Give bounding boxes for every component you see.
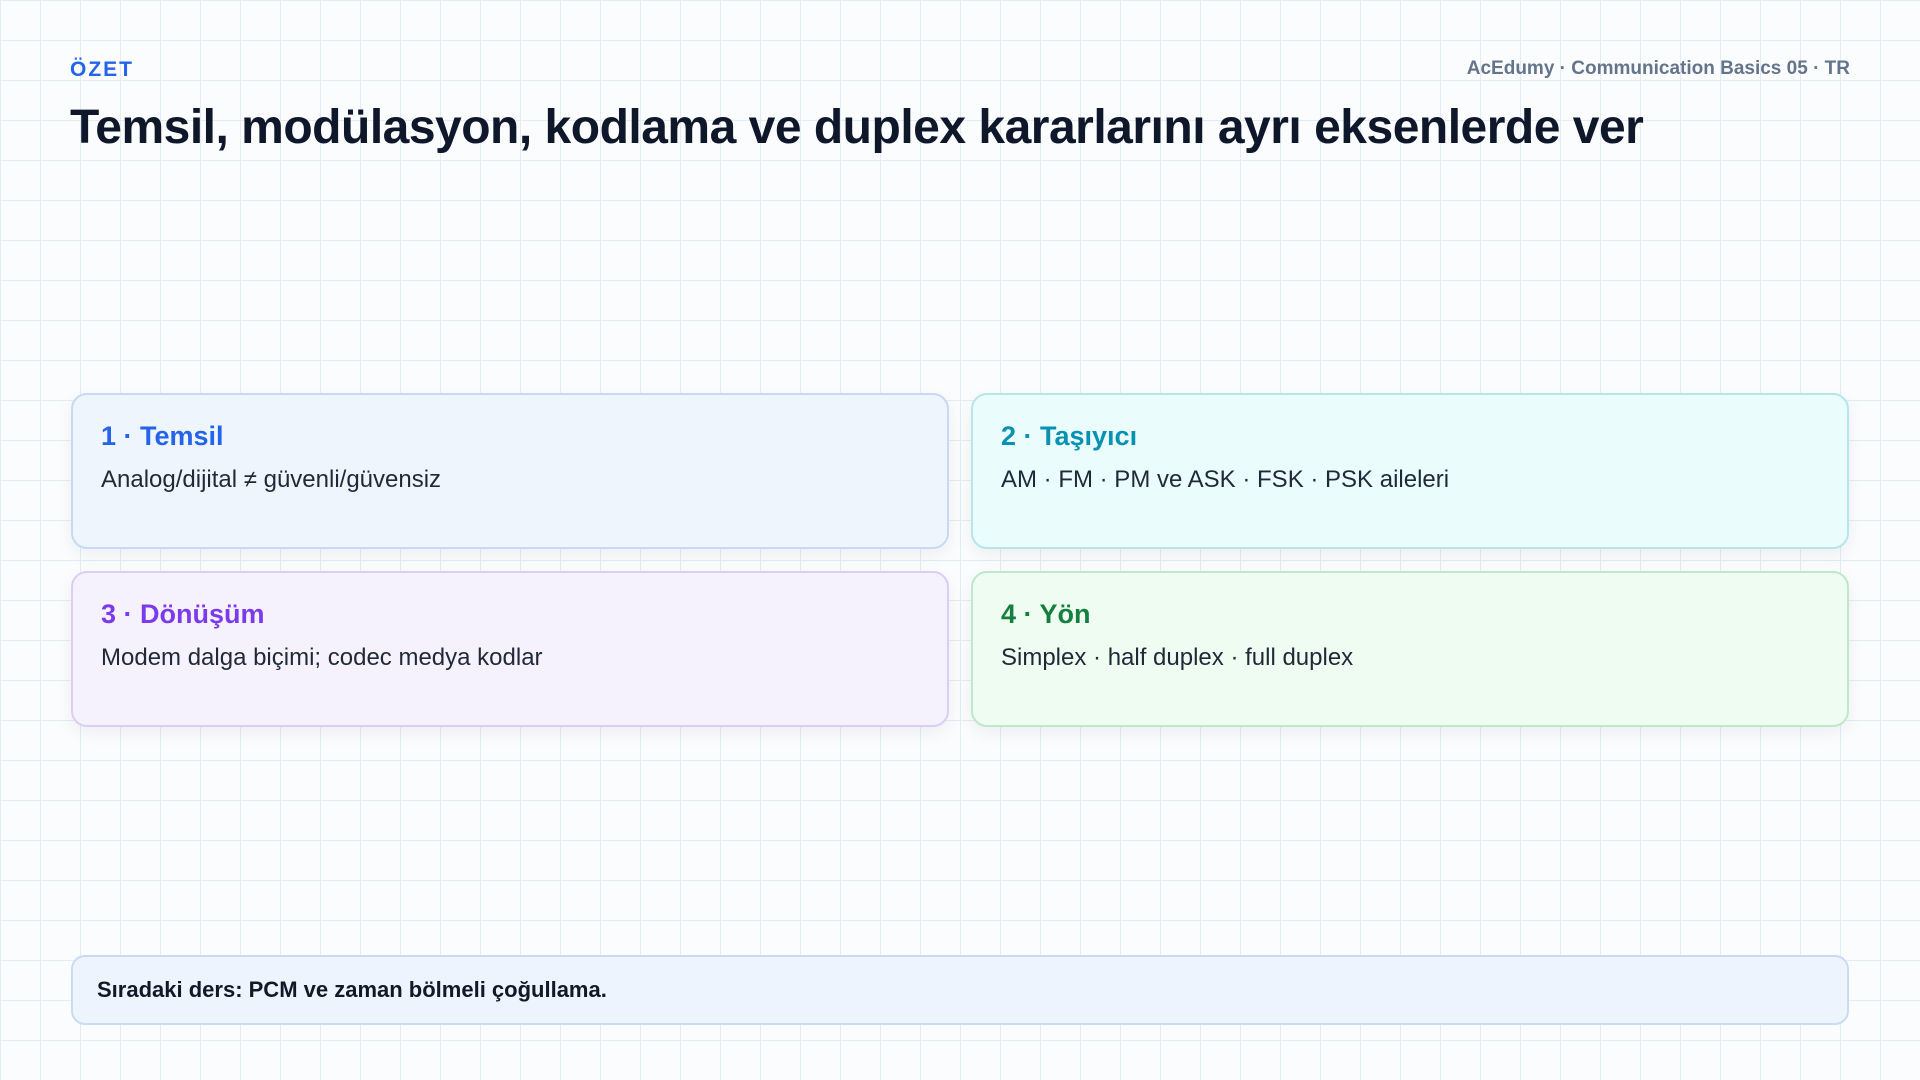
card-direction: 4 · Yön Simplex · half duplex · full dup… [971,571,1849,727]
card-representation: 1 · Temsil Analog/dijital ≠ güvenli/güve… [71,393,949,549]
page-title: Temsil, modülasyon, kodlama ve duplex ka… [70,101,1644,154]
summary-label: ÖZET [70,58,134,81]
card-conversion: 3 · Dönüşüm Modem dalga biçimi; codec me… [71,571,949,727]
summary-cards: 1 · Temsil Analog/dijital ≠ güvenli/güve… [71,393,1849,727]
card-title: 1 · Temsil [101,421,224,451]
course-label: AcEdumy · Communication Basics 05 · TR [1466,58,1850,79]
card-title: 3 · Dönüşüm [101,599,265,629]
card-text: Modem dalga biçimi; codec medya kodlar [101,644,543,671]
next-lesson-banner: Sıradaki ders: PCM ve zaman bölmeli çoğu… [71,955,1849,1025]
next-lesson-text: Sıradaki ders: PCM ve zaman bölmeli çoğu… [97,977,607,1002]
card-title: 4 · Yön [1001,599,1091,629]
card-text: Analog/dijital ≠ güvenli/güvensiz [101,466,442,493]
card-carrier: 2 · Taşıyıcı AM · FM · PM ve ASK · FSK ·… [971,393,1849,549]
card-text: Simplex · half duplex · full duplex [1001,644,1354,671]
card-text: AM · FM · PM ve ASK · FSK · PSK aileleri [1001,466,1450,493]
card-title: 2 · Taşıyıcı [1001,421,1138,451]
